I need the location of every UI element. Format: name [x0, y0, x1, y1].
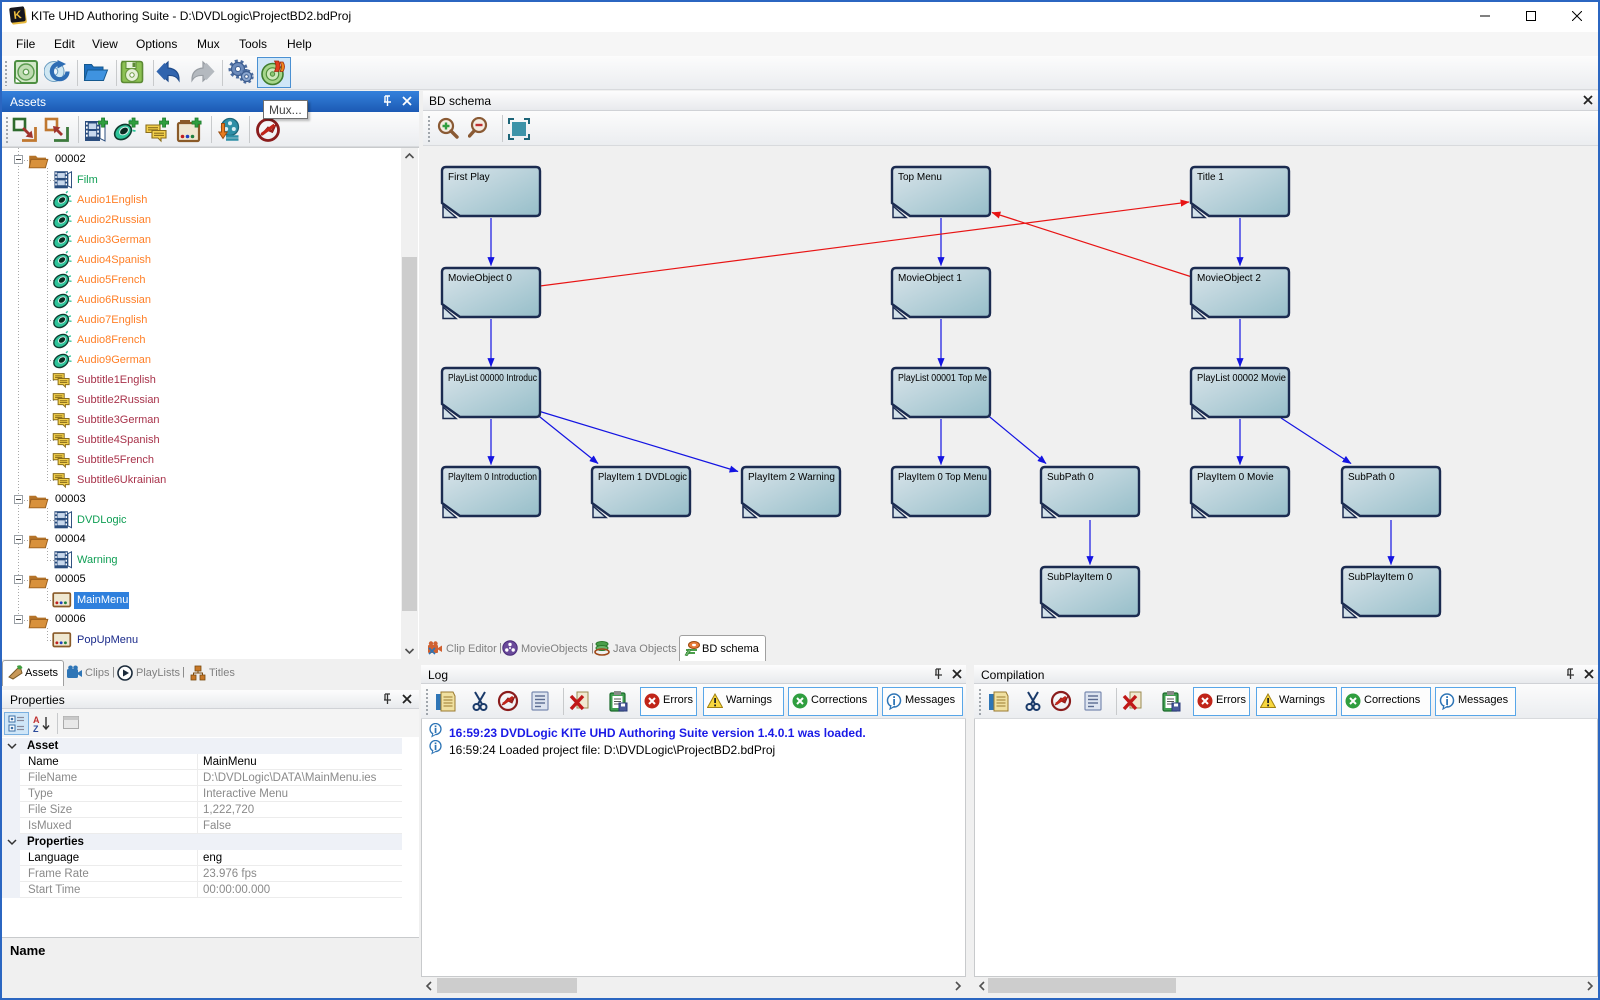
- svg-text:First Play: First Play: [448, 172, 490, 183]
- svg-text:Title 1: Title 1: [1197, 172, 1224, 183]
- svg-text:Z: Z: [33, 724, 39, 733]
- svg-text:PlayItem 2 Warning: PlayItem 2 Warning: [748, 472, 835, 483]
- svg-text:SubPath 0: SubPath 0: [1348, 472, 1395, 483]
- svg-text:PlayItem 0 Introduction: PlayItem 0 Introduction: [448, 472, 537, 483]
- svg-text:PlayList 00000 Introduc: PlayList 00000 Introduc: [448, 373, 537, 384]
- svg-text:MovieObject 1: MovieObject 1: [898, 273, 962, 284]
- svg-text:PlayItem 0 Top Menu: PlayItem 0 Top Menu: [898, 472, 987, 483]
- svg-text:SubPlayItem 0: SubPlayItem 0: [1348, 572, 1413, 583]
- svg-text:PlayItem 0 Movie: PlayItem 0 Movie: [1197, 472, 1274, 483]
- svg-text:SubPlayItem 0: SubPlayItem 0: [1047, 572, 1112, 583]
- svg-text:K: K: [13, 9, 22, 22]
- svg-text:MovieObject 2: MovieObject 2: [1197, 273, 1261, 284]
- svg-text:PlayList 00001 Top Me: PlayList 00001 Top Me: [898, 373, 987, 384]
- svg-text:Top Menu: Top Menu: [898, 172, 942, 183]
- svg-text:MovieObject 0: MovieObject 0: [448, 273, 512, 284]
- svg-text:PlayItem 1 DVDLogic: PlayItem 1 DVDLogic: [598, 472, 687, 483]
- svg-text:PlayList 00002 Movie: PlayList 00002 Movie: [1197, 373, 1286, 384]
- svg-text:SubPath 0: SubPath 0: [1047, 472, 1094, 483]
